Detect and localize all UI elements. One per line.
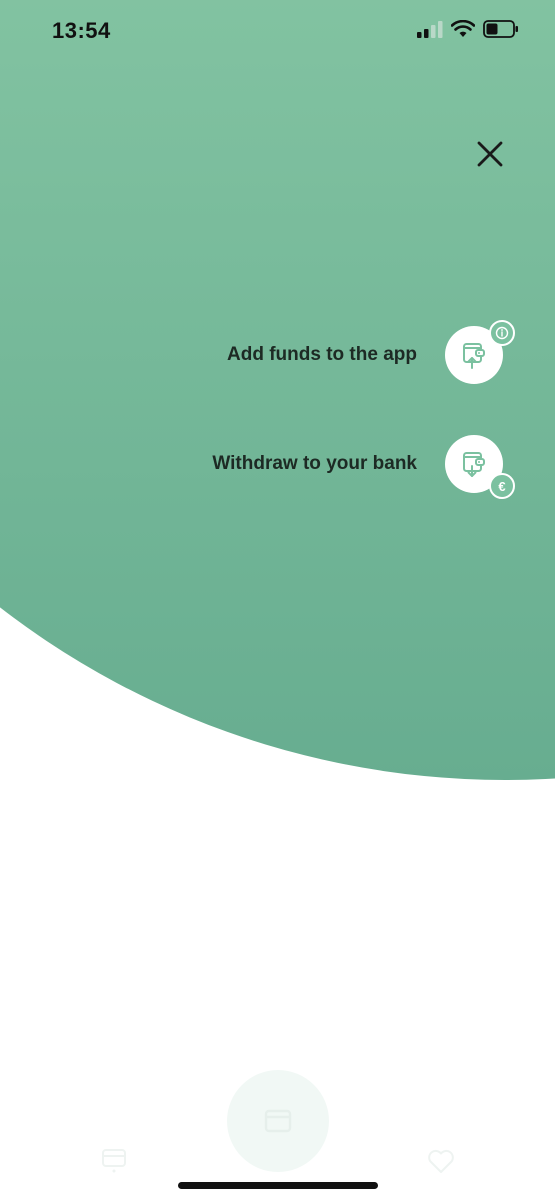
wallet-download-icon xyxy=(463,452,485,477)
info-icon xyxy=(495,326,509,340)
green-circle-background xyxy=(0,0,555,780)
battery-icon xyxy=(483,20,518,38)
menu-backdrop xyxy=(0,0,555,800)
add-funds-button[interactable] xyxy=(445,320,515,384)
add-funds-action[interactable]: Add funds to the app xyxy=(227,320,515,384)
withdraw-label: Withdraw to your bank xyxy=(212,453,417,474)
status-bar: 13:54 xyxy=(0,0,555,64)
wallet-nav-button xyxy=(227,1070,329,1172)
bottom-nav xyxy=(0,1060,555,1200)
withdraw-button[interactable]: € xyxy=(445,435,515,499)
status-icons xyxy=(417,20,519,38)
heart-icon xyxy=(428,1149,454,1173)
add-funds-label: Add funds to the app xyxy=(227,344,417,365)
cellular-signal-icon xyxy=(417,21,443,38)
wifi-icon xyxy=(451,20,475,37)
close-button[interactable] xyxy=(470,134,510,174)
withdraw-action[interactable]: Withdraw to your bank € xyxy=(212,435,515,499)
home-indicator xyxy=(178,1182,378,1189)
wallet-upload-icon xyxy=(463,343,485,369)
close-icon xyxy=(477,141,503,167)
status-time: 13:54 xyxy=(52,18,111,43)
euro-icon: € xyxy=(489,473,515,499)
info-badge xyxy=(489,320,515,346)
wallet-icon xyxy=(264,1109,292,1133)
cards-icon xyxy=(102,1149,126,1173)
